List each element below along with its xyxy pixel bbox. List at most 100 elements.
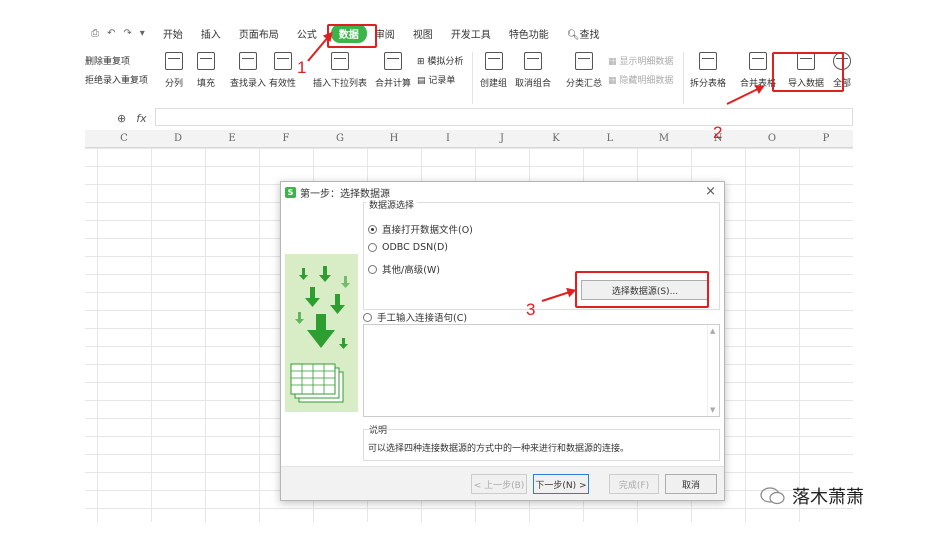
tab-find-label: 查找 <box>579 29 600 41</box>
column-header[interactable]: P <box>799 133 853 144</box>
cancel-button[interactable]: 取消 <box>665 474 717 494</box>
undo-icon[interactable]: ↶ <box>107 28 115 39</box>
split-table-button[interactable]: 拆分表格 <box>690 52 726 89</box>
lookup-entry-label: 查找录入 <box>230 79 267 89</box>
column-header[interactable]: C <box>97 133 151 144</box>
tab-view[interactable]: 视图 <box>413 26 433 41</box>
column-header[interactable]: D <box>151 133 205 144</box>
annotation-number-2: 2 <box>713 123 723 142</box>
lookup-entry-button[interactable]: 查找录入 <box>230 52 266 89</box>
tab-formula[interactable]: 公式 <box>297 26 317 41</box>
ribbon-divider <box>472 52 473 104</box>
subtotal-button[interactable]: 分类汇总 <box>566 52 602 89</box>
column-header[interactable]: I <box>421 133 475 144</box>
option-open-file[interactable]: 直接打开数据文件(O) <box>368 222 473 236</box>
option-manual-connection-label: 手工输入连接语句(C) <box>377 313 468 324</box>
consolidate-label: 合并计算 <box>375 79 412 89</box>
finish-button[interactable]: 完成(F) <box>609 474 659 494</box>
column-header[interactable]: L <box>583 133 637 144</box>
description-box: 可以选择四种连接数据源的方式中的一种来进行和数据源的连接。 <box>363 429 720 461</box>
create-group-button[interactable]: 创建组 <box>480 52 507 89</box>
dialog-titlebar: S 第一步：选择数据源 <box>281 182 724 202</box>
scrollbar[interactable]: ▲ ▼ <box>707 325 719 416</box>
ungroup-button[interactable]: 取消组合 <box>515 52 551 89</box>
what-if-analysis-button[interactable]: ⊞ 模拟分析 <box>417 54 463 67</box>
print-icon[interactable]: ⎙ <box>91 28 99 39</box>
scroll-up-icon[interactable]: ▲ <box>710 327 715 335</box>
formula-input[interactable] <box>155 108 853 126</box>
tab-special[interactable]: 特色功能 <box>509 26 549 41</box>
customize-dropdown-icon[interactable]: ▾ <box>140 28 145 39</box>
option-odbc-dsn[interactable]: ODBC DSN(D) <box>368 242 448 253</box>
scroll-down-icon[interactable]: ▼ <box>710 406 715 414</box>
show-detail-label: 显示明细数据 <box>619 57 674 67</box>
option-manual-connection[interactable]: 手工输入连接语句(C) <box>363 310 467 324</box>
record-form-label: 记录单 <box>428 76 456 86</box>
ungroup-label: 取消组合 <box>515 79 552 89</box>
annotation-number-3: 3 <box>526 300 536 319</box>
column-header[interactable]: J <box>475 133 529 144</box>
redo-icon[interactable]: ↷ <box>123 28 131 39</box>
consolidate-button[interactable]: 合并计算 <box>375 52 411 89</box>
description-text: 可以选择四种连接数据源的方式中的一种来进行和数据源的连接。 <box>368 444 630 454</box>
tab-insert[interactable]: 插入 <box>201 26 221 41</box>
split-column-button[interactable]: 分列 <box>165 52 183 89</box>
tab-home[interactable]: 开始 <box>163 26 183 41</box>
dropdown-list-icon <box>331 52 349 70</box>
data-ribbon: 删除重复项 拒绝录入重复项 分列 填充 查找录入 有效性 插入下拉列表 合并计算… <box>85 46 853 112</box>
annotation-box-import-data <box>772 52 844 92</box>
create-group-label: 创建组 <box>480 79 508 89</box>
show-detail-button[interactable]: ▦ 显示明细数据 <box>608 54 673 67</box>
merge-table-icon <box>749 52 767 70</box>
column-header[interactable]: K <box>529 133 583 144</box>
formula-bar-icons: ⊕ fx <box>117 112 147 125</box>
ungroup-icon <box>524 52 542 70</box>
column-header[interactable]: G <box>313 133 367 144</box>
consolidate-icon <box>384 52 402 70</box>
close-icon[interactable]: × <box>705 184 716 199</box>
connection-string-input[interactable]: ▲ ▼ <box>363 324 720 417</box>
green-arrows-icon <box>290 266 350 403</box>
fx-icon[interactable]: fx <box>136 112 146 125</box>
formula-bar: ⊕ fx <box>85 108 853 128</box>
column-header[interactable]: H <box>367 133 421 144</box>
remove-duplicates-button[interactable]: 删除重复项 <box>85 54 130 67</box>
option-odbc-dsn-label: ODBC DSN(D) <box>382 242 448 253</box>
data-source-dialog: S 第一步：选择数据源 × 数据源选择 直接打开数据文件(O) ODBC DSN… <box>280 181 725 501</box>
column-header[interactable]: O <box>745 133 799 144</box>
search-icon: 🔍︎ <box>566 29 580 41</box>
fill-button[interactable]: 填充 <box>197 52 215 89</box>
split-table-label: 拆分表格 <box>690 79 727 89</box>
tab-find[interactable]: 🔍︎查找 <box>567 26 600 41</box>
tab-page-layout[interactable]: 页面布局 <box>239 26 279 41</box>
watermark-text: 落木萧萧 <box>792 487 864 508</box>
lookup-entry-icon <box>239 52 257 70</box>
validity-label: 有效性 <box>269 79 297 89</box>
subtotal-label: 分类汇总 <box>566 79 603 89</box>
radio-icon <box>363 312 372 322</box>
prev-button[interactable]: < 上一步(B) <box>471 474 527 494</box>
tab-review[interactable]: 审阅 <box>375 26 395 41</box>
next-button[interactable]: 下一步(N) > <box>533 474 589 494</box>
column-header[interactable]: F <box>259 133 313 144</box>
option-open-file-label: 直接打开数据文件(O) <box>382 225 473 236</box>
hide-detail-button[interactable]: ▦ 隐藏明细数据 <box>608 73 673 86</box>
column-header[interactable]: M <box>637 133 691 144</box>
column-header[interactable]: E <box>205 133 259 144</box>
subtotal-icon <box>575 52 593 70</box>
split-column-icon <box>165 52 183 70</box>
record-form-button[interactable]: ▤ 记录单 <box>417 73 455 86</box>
zoom-icon[interactable]: ⊕ <box>117 112 126 125</box>
option-advanced-label: 其他/高级(W) <box>382 265 441 276</box>
annotation-box-select-source <box>575 271 709 308</box>
validity-button[interactable]: 有效性 <box>269 52 296 89</box>
menu-bar: ⎙ ↶ ↷ ▾ 开始 插入 页面布局 公式 数据 审阅 视图 开发工具 特色功能… <box>85 22 853 44</box>
reject-duplicates-button[interactable]: 拒绝录入重复项 <box>85 73 148 86</box>
insert-dropdown-list-button[interactable]: 插入下拉列表 <box>313 52 367 89</box>
import-illustration <box>285 254 358 412</box>
wechat-icon <box>760 487 785 505</box>
tab-developer[interactable]: 开发工具 <box>451 26 491 41</box>
column-header-row: C D E F G H I J K L M N O P <box>85 130 853 148</box>
option-advanced[interactable]: 其他/高级(W) <box>368 262 440 276</box>
group-label: 数据源选择 <box>366 198 418 211</box>
